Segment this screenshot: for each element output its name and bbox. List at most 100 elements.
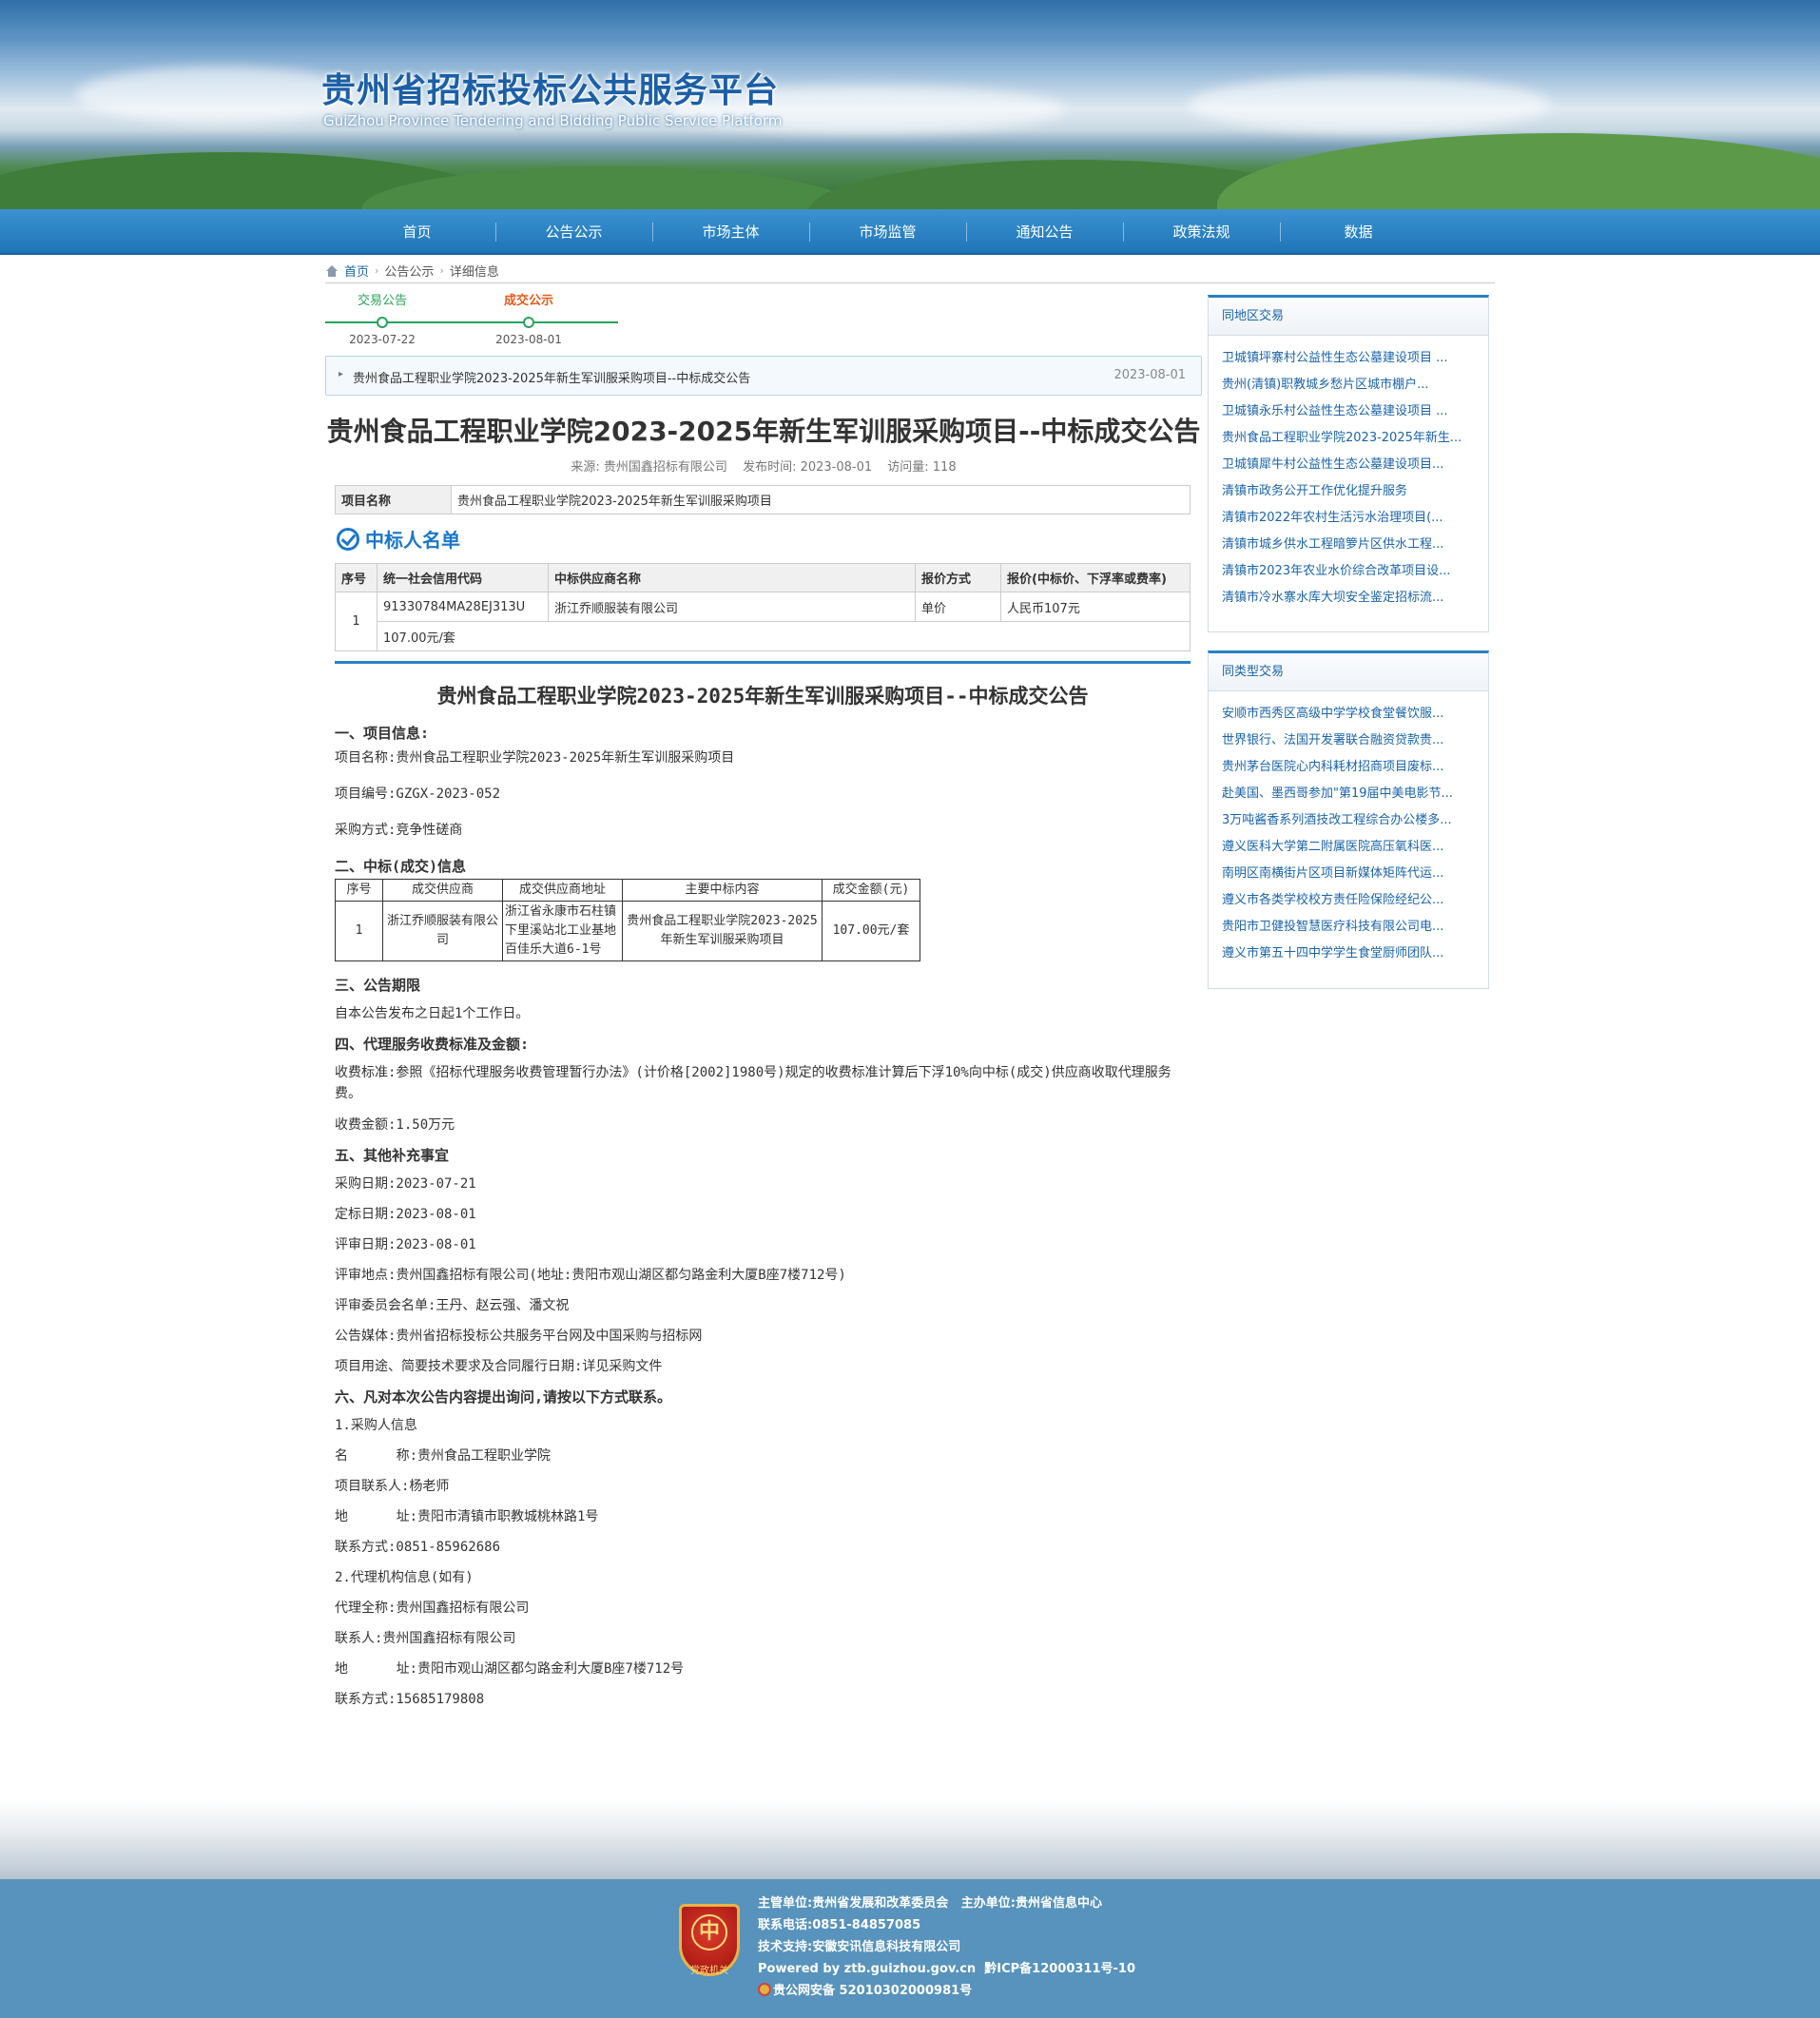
article-views: 访问量: 118 — [887, 460, 957, 475]
timeline-step-date: 2023-07-22 — [349, 333, 416, 346]
cell-quote-method: 单价 — [915, 592, 1001, 622]
nav-item-policies[interactable]: 政策法规 — [1123, 209, 1280, 255]
main-nav: 首页 公告公示 市场主体 市场监管 通知公告 政策法规 数据 — [0, 209, 1820, 255]
page-title: 贵州食品工程职业学院2023-2025年新生军训服采购项目--中标成交公告 — [326, 416, 1201, 447]
paragraph: 联系方式:15685179808 — [335, 1692, 485, 1707]
nav-item-notices[interactable]: 通知公告 — [966, 209, 1123, 255]
footer-decoration — [0, 1799, 1820, 1879]
table-row: 项目名称 贵州食品工程职业学院2023-2025年新生军训服采购项目 — [335, 485, 1191, 514]
list-item[interactable]: 清镇市2023年农业水价综合改革项目设... — [1222, 558, 1475, 585]
list-item[interactable]: 安顺市西秀区高级中学学校食堂餐饮服... — [1222, 701, 1475, 728]
list-item[interactable]: 清镇市冷水寨水库大坝安全鉴定招标流... — [1222, 585, 1475, 611]
caret-right-icon: ▸ — [339, 369, 344, 379]
nav-item-market-entities[interactable]: 市场主体 — [652, 209, 809, 255]
cell-amount: 107.00元/套 — [822, 901, 920, 961]
breadcrumb-current: 详细信息 — [449, 265, 499, 280]
cell-address: 浙江省永康市石柱镇下里溪站北工业基地百佳乐大道6-1号 — [502, 901, 623, 961]
paragraph: 采购方式:竞争性磋商 — [335, 823, 463, 838]
list-item[interactable]: 卫城镇坪寨村公益性生态公墓建设项目 ... — [1222, 345, 1475, 372]
paragraph: 自本公告发布之日起1个工作日。 — [335, 1006, 530, 1021]
nav-item-data[interactable]: 数据 — [1280, 209, 1437, 255]
article-published: 发布时间: 2023-08-01 — [743, 460, 873, 475]
footer-line: 主管单位:贵州省发展和改革委员会 主办单位:贵州省信息中心 — [758, 1896, 1102, 1911]
list-item[interactable]: 贵州(清镇)职教城乡愁片区城市棚户... — [1222, 372, 1475, 398]
footer-line: 技术支持:安徽安讯信息科技有限公司 — [758, 1940, 961, 1954]
section-heading: 六、凡对本次公告内容提出询问,请按以下方式联系。 — [335, 1388, 672, 1406]
footer-line[interactable]: 贵公网安备 52010302000981号 — [773, 1984, 972, 1998]
list-item[interactable]: 卫城镇犀牛村公益性生态公墓建设项目... — [1222, 452, 1475, 478]
footer-info: 主管单位:贵州省发展和改革委员会 主办单位:贵州省信息中心 联系电话:0851-… — [758, 1892, 1135, 2002]
list-item[interactable]: 贵州食品工程职业学院2023-2025年新生... — [1222, 425, 1475, 452]
cell-credit-code: 91330784MA28EJ313U — [377, 592, 549, 622]
announcement-body: 贵州食品工程职业学院2023-2025年新生军训服采购项目--中标成交公告 一、… — [335, 675, 1191, 1710]
list-item[interactable]: 遵义医科大学第二附属医院高压氧科医... — [1222, 834, 1475, 861]
col-header: 报价(中标价、下浮率或费率) — [1000, 563, 1191, 592]
list-item[interactable]: 3万吨酱香系列酒技改工程综合办公楼多... — [1222, 807, 1475, 834]
timeline-dot — [523, 317, 534, 328]
paragraph: 定标日期:2023-08-01 — [335, 1207, 476, 1222]
emblem-mark: 中 — [691, 1914, 727, 1950]
timeline-step-label: 交易公告 — [357, 294, 407, 308]
list-item[interactable]: 世界银行、法国开发署联合融资贷款贵... — [1222, 728, 1475, 754]
list-item[interactable]: 贵州茅台医院心内科耗材招商项目废标... — [1222, 754, 1475, 781]
paragraph: 地 址:贵阳市观山湖区都匀路金利大厦B座7楼712号 — [335, 1661, 685, 1677]
col-header: 序号 — [335, 879, 383, 902]
list-item[interactable]: 南明区南横街片区项目新媒体矩阵代运... — [1222, 861, 1475, 887]
winner-list-heading: 中标人名单 — [337, 525, 460, 553]
footer-line-police[interactable]: 贵公网安备 52010302000981号 — [758, 1980, 1135, 2002]
nav-item-home[interactable]: 首页 — [339, 209, 495, 255]
notice-date: 2023-08-01 — [1113, 368, 1186, 382]
list-item[interactable]: 赴美国、墨西哥参加"第19届中美电影节... — [1222, 781, 1475, 807]
list-item[interactable]: 遵义市各类学校校方责任险保险经纪公... — [1222, 887, 1475, 914]
government-emblem-icon[interactable]: 中 党政机关 — [679, 1904, 740, 1976]
winner-table: 序号 统一社会信用代码 中标供应商名称 报价方式 报价(中标价、下浮率或费率) … — [335, 563, 1191, 651]
project-name-value: 贵州食品工程职业学院2023-2025年新生军训服采购项目 — [451, 485, 1191, 514]
footer-line[interactable]: Powered by ztb.guizhou.gov.cn 黔ICP备12000… — [758, 1958, 1135, 1980]
col-header: 统一社会信用代码 — [377, 563, 549, 592]
list-item[interactable]: 清镇市2022年农村生活污水治理项目(... — [1222, 505, 1475, 532]
col-header: 成交供应商 — [382, 879, 503, 902]
cell-supplier-name: 浙江乔顺服装有限公司 — [548, 592, 916, 622]
nav-item-announcements[interactable]: 公告公示 — [495, 209, 652, 255]
paragraph: 评审委员会名单:王丹、赵云强、潘文祝 — [335, 1298, 570, 1313]
paragraph: 项目编号:GZGX-2023-052 — [335, 786, 501, 802]
cell-no: 1 — [335, 901, 383, 961]
notice-link-bar[interactable]: ▸ 贵州食品工程职业学院2023-2025年新生军训服采购项目--中标成交公告 … — [325, 356, 1202, 396]
list-item[interactable]: 清镇市政务公开工作优化提升服务 — [1222, 478, 1475, 505]
same-type-panel: 同类型交易 安顺市西秀区高级中学学校食堂餐饮服... 世界银行、法国开发署联合融… — [1208, 650, 1489, 989]
paragraph: 2.代理机构信息(如有) — [335, 1570, 474, 1585]
timeline-step-date: 2023-08-01 — [495, 333, 562, 346]
list-item[interactable]: 贵阳市卫健投智慧医疗科技有限公司电... — [1222, 914, 1475, 941]
timeline-step-label: 成交公示 — [503, 294, 553, 308]
notice-link-text[interactable]: 贵州食品工程职业学院2023-2025年新生军训服采购项目--中标成交公告 — [353, 368, 750, 386]
winner-list-title: 中标人名单 — [365, 529, 460, 552]
paragraph: 1.采购人信息 — [335, 1418, 417, 1433]
table-row: 107.00元/套 — [336, 621, 1191, 651]
deal-table: 序号 成交供应商 成交供应商地址 主要中标内容 成交金额(元) 1 浙江乔顺服装… — [335, 879, 920, 961]
section-heading: 三、公告期限 — [335, 977, 421, 994]
list-item[interactable]: 遵义市第五十四中学学生食堂厨师团队... — [1222, 941, 1475, 967]
list-item[interactable]: 清镇市城乡供水工程暗箩片区供水工程... — [1222, 532, 1475, 558]
article-source: 来源: 贵州国鑫招标有限公司 — [571, 460, 727, 475]
table-header-row: 序号 成交供应商 成交供应商地址 主要中标内容 成交金额(元) — [335, 879, 920, 902]
home-icon — [325, 264, 339, 277]
breadcrumb-home[interactable]: 首页 — [344, 262, 369, 280]
paragraph: 项目联系人:杨老师 — [335, 1479, 450, 1494]
police-badge-icon — [758, 1983, 771, 1996]
footer-line: 联系电话:0851-84857085 — [758, 1918, 921, 1932]
col-header: 主要中标内容 — [622, 879, 823, 902]
panel-title: 同类型交易 — [1209, 653, 1488, 691]
section-heading: 一、项目信息: — [335, 725, 430, 742]
list-item[interactable]: 卫城镇永乐村公益性生态公墓建设项目 ... — [1222, 398, 1475, 425]
section-heading: 五、其他补充事宜 — [335, 1147, 450, 1164]
breadcrumb-section[interactable]: 公告公示 — [384, 262, 434, 280]
header-banner: 贵州省招标投标公共服务平台 GuiZhou Province Tendering… — [0, 0, 1820, 209]
nav-item-market-supervision[interactable]: 市场监管 — [809, 209, 966, 255]
check-badge-icon — [337, 527, 359, 551]
col-header: 成交金额(元) — [822, 879, 920, 902]
article-meta: 来源: 贵州国鑫招标有限公司 发布时间: 2023-08-01 访问量: 118 — [325, 456, 1202, 475]
timeline-step-tender[interactable]: 交易公告 2023-07-22 — [325, 291, 439, 346]
timeline-step-result[interactable]: 成交公示 2023-08-01 — [472, 291, 586, 346]
table-row: 1 浙江乔顺服装有限公司 浙江省永康市石柱镇下里溪站北工业基地百佳乐大道6-1号… — [335, 901, 920, 961]
chevron-right-icon: › — [375, 264, 379, 277]
